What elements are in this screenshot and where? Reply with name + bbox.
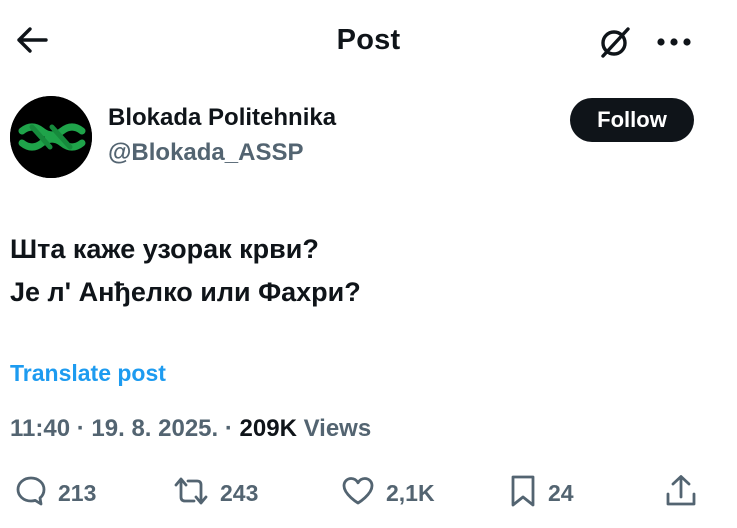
- avatar[interactable]: [10, 96, 92, 178]
- action-bar: 213 243 2,1K 24: [0, 470, 737, 516]
- bookmark-count: 24: [548, 479, 574, 506]
- views-label: Views: [303, 415, 372, 442]
- post-date[interactable]: 19. 8. 2025.: [91, 415, 218, 442]
- reply-icon: [14, 474, 48, 513]
- author-display-name[interactable]: Blokada Politehnika: [108, 104, 336, 132]
- post-body: Шта каже узорак крви? Је л' Анђелко или …: [10, 228, 361, 314]
- translate-post-link[interactable]: Translate post: [10, 360, 166, 387]
- author-handle[interactable]: @Blokada_ASSP: [108, 139, 303, 167]
- repost-count: 243: [220, 479, 259, 506]
- grok-button[interactable]: [593, 22, 637, 66]
- like-count: 2,1K: [386, 479, 435, 506]
- share-button[interactable]: [664, 470, 698, 516]
- reply-button[interactable]: 213: [14, 470, 96, 516]
- like-button[interactable]: 2,1K: [340, 470, 435, 516]
- post-time[interactable]: 11:40: [10, 415, 70, 442]
- meta-separator: ·: [76, 415, 92, 442]
- repost-icon: [172, 474, 210, 513]
- post-line: Шта каже узорак крви?: [10, 234, 319, 264]
- follow-button[interactable]: Follow: [570, 98, 694, 142]
- post-header: Post: [0, 0, 737, 84]
- more-options-button[interactable]: [652, 22, 696, 66]
- views-count[interactable]: 209K: [240, 415, 297, 442]
- reply-count: 213: [58, 479, 97, 506]
- meta-separator: ·: [224, 415, 240, 442]
- bookmark-button[interactable]: 24: [508, 470, 574, 516]
- share-icon: [664, 473, 698, 514]
- post-meta: 11:40 · 19. 8. 2025. · 209K Views: [10, 415, 371, 443]
- bookmark-icon: [508, 473, 538, 514]
- more-horizontal-icon: [656, 35, 692, 53]
- heart-icon: [340, 474, 376, 513]
- grok-icon: [597, 24, 633, 65]
- repost-button[interactable]: 243: [172, 470, 258, 516]
- post-line: Је л' Анђелко или Фахри?: [10, 277, 361, 307]
